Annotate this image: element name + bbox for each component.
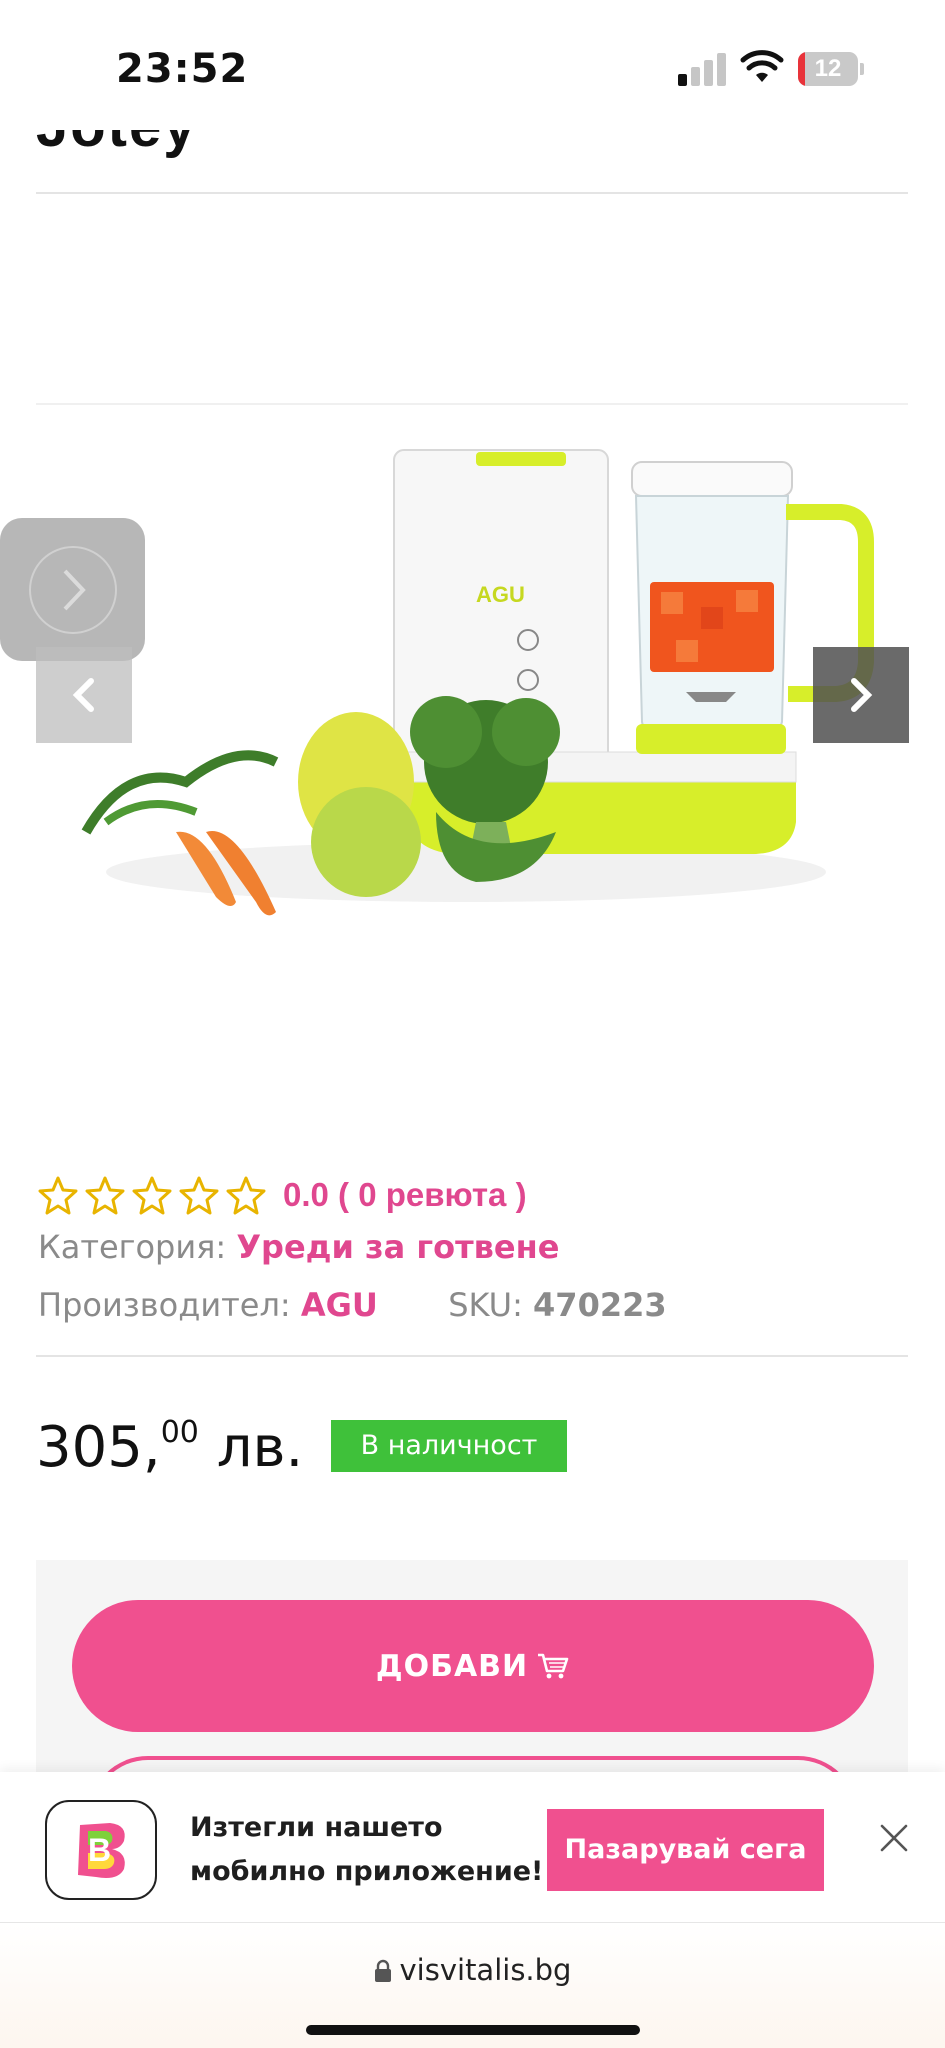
divider (36, 192, 908, 194)
star-icon (132, 1176, 172, 1215)
status-time: 23:52 (116, 46, 249, 92)
add-button-label: ДОБАВИ (375, 1648, 529, 1684)
category-link[interactable]: Уреди за готвене (236, 1228, 559, 1266)
device-brand-label: AGU (476, 582, 525, 607)
sku-value: 470223 (533, 1286, 667, 1324)
wifi-icon (740, 50, 784, 82)
battery-percent: 12 (814, 55, 842, 82)
url-field[interactable]: visvitalis.bg (0, 1953, 945, 1987)
star-icon (38, 1176, 78, 1215)
gallery-next-button[interactable] (813, 647, 909, 743)
app-banner-text: Изтегли нашето мобилно приложение! (190, 1806, 543, 1894)
close-icon[interactable] (876, 1820, 912, 1856)
divider (36, 1355, 908, 1357)
add-to-cart-button[interactable]: ДОБАВИ (72, 1600, 874, 1732)
star-icon (85, 1176, 125, 1215)
manufacturer-link[interactable]: AGU (301, 1286, 378, 1324)
rating-summary[interactable]: 0.0 ( 0 ревюта ) (283, 1176, 527, 1214)
price-main: 305, (36, 1415, 161, 1480)
svg-text:B: B (88, 1832, 111, 1868)
category-row: Категория: Уреди за готвене (38, 1228, 559, 1266)
product-price: 305,00 лв. (36, 1415, 303, 1480)
app-banner-line2: мобилно приложение! (190, 1856, 544, 1887)
product-image[interactable]: AGU (36, 402, 908, 1002)
gallery-prev-button[interactable] (36, 647, 132, 743)
sku-label: SKU: (448, 1286, 523, 1324)
star-icon (179, 1176, 219, 1215)
lock-icon (374, 1959, 391, 1982)
cart-icon (538, 1653, 569, 1679)
floating-next-button[interactable] (0, 518, 145, 661)
shop-now-button[interactable]: Пазарувай сега (547, 1809, 824, 1891)
manufacturer-row: Производител: AGU SKU: 470223 (38, 1286, 667, 1324)
url-text: visvitalis.bg (399, 1953, 572, 1987)
rating-row[interactable]: 0.0 ( 0 ревюта ) (38, 1170, 527, 1220)
stock-badge: В наличност (331, 1420, 567, 1472)
app-download-banner: B Изтегли нашето мобилно приложение! Паз… (0, 1772, 945, 1922)
star-icon (226, 1176, 266, 1215)
chevron-left-icon (72, 678, 94, 712)
battery-icon: 12 (798, 52, 864, 86)
manufacturer-label: Производител: (38, 1286, 291, 1324)
category-label: Категория: (38, 1228, 227, 1266)
price-currency: лв. (216, 1415, 304, 1480)
app-banner-line1: Изтегли нашето (190, 1812, 443, 1843)
chevron-right-icon (63, 569, 86, 610)
browser-url-bar[interactable]: visvitalis.bg (0, 1922, 945, 2048)
cellular-signal-icon (678, 52, 726, 86)
home-indicator[interactable] (306, 2025, 640, 2035)
app-logo-icon: B (45, 1800, 157, 1900)
status-bar: 23:52 12 (0, 0, 945, 130)
chevron-right-icon (851, 678, 873, 712)
price-cents: 00 (160, 1415, 199, 1450)
